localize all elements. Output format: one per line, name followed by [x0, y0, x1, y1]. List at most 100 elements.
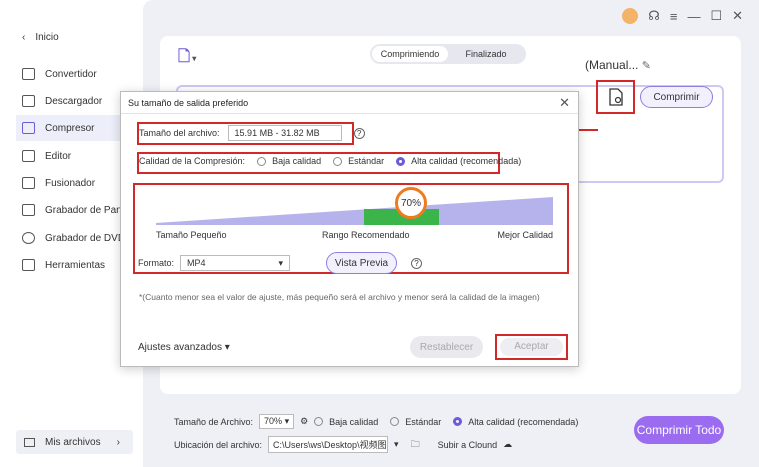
- format-label: Formato:: [138, 258, 175, 268]
- headset-icon[interactable]: ☊: [648, 8, 660, 24]
- settings-icon[interactable]: ⚙: [300, 416, 308, 427]
- chevron-down-icon: ▾: [278, 258, 284, 268]
- advanced-settings[interactable]: Ajustes avanzados ▾: [138, 342, 230, 353]
- title-bar: ☊ ≡ — ☐ ✕: [622, 0, 759, 32]
- format-value: MP4: [187, 258, 206, 268]
- radio-alta[interactable]: [453, 417, 463, 426]
- sidebar-item-label: Fusionador: [45, 177, 96, 189]
- accept-label: Aceptar: [500, 338, 563, 356]
- merge-icon: [22, 177, 35, 189]
- add-file-icon: 🗋: [178, 48, 191, 65]
- radio-alta-calidad[interactable]: [396, 156, 406, 166]
- sidebar-item-label: Grabador de Pan.: [45, 204, 125, 216]
- cloud-icon[interactable]: ☁: [503, 439, 512, 450]
- status-tabs: Comprimiendo Finalizado: [370, 44, 526, 64]
- screen-record-icon: [22, 204, 35, 216]
- slider-track: [156, 197, 553, 225]
- menu-icon[interactable]: ≡: [670, 9, 678, 24]
- avatar[interactable]: [622, 8, 639, 24]
- quality-slider[interactable]: [156, 197, 553, 225]
- note-text: *(Cuanto menor sea el valor de ajuste, m…: [139, 292, 540, 302]
- slider-label-recommended: Rango Recomendado: [322, 230, 410, 240]
- slider-value: 70%: [400, 197, 421, 209]
- file-size-select[interactable]: 70% ▾: [259, 414, 295, 429]
- edit-icon[interactable]: ✎: [642, 60, 651, 72]
- quality-option-label: Alta calidad (recomendada): [411, 156, 522, 166]
- quality-label: Estándar: [405, 416, 442, 427]
- file-size-row: Tamaño del archivo: 15.91 MB - 31.82 MB …: [139, 125, 365, 141]
- help-icon[interactable]: ?: [353, 127, 365, 139]
- maximize-icon[interactable]: ☐: [710, 8, 722, 24]
- download-icon: [22, 95, 35, 107]
- file-size-label: Tamaño de Archivo:: [174, 416, 254, 427]
- reset-button[interactable]: Restablecer: [410, 336, 483, 358]
- divider: [121, 113, 578, 114]
- minimize-icon[interactable]: —: [687, 9, 700, 24]
- file-size-row: Tamaño de Archivo: 70% ▾ ⚙ Baja calidad …: [174, 414, 578, 429]
- close-icon[interactable]: ✕: [732, 8, 743, 24]
- location-label: Ubicación del archivo:: [174, 439, 263, 450]
- folder-icon[interactable]: 🗀: [411, 437, 420, 453]
- settings-file-icon: [608, 88, 623, 106]
- close-icon[interactable]: ✕: [559, 95, 570, 111]
- radio-estandar[interactable]: [390, 417, 400, 426]
- file-name-text: (Manual...: [585, 58, 639, 72]
- radio-baja-calidad[interactable]: [257, 156, 267, 166]
- my-files-button[interactable]: Mis archivos ›: [16, 430, 133, 454]
- compress-all-button[interactable]: Comprimir Todo: [634, 416, 724, 444]
- quality-label: Calidad de la Compresión:: [139, 156, 246, 166]
- quality-row: Calidad de la Compresión: Baja calidad E…: [139, 156, 521, 166]
- sidebar-item-label: Compresor: [45, 122, 95, 134]
- tab-finalizado[interactable]: Finalizado: [448, 46, 524, 62]
- quality-option-label: Estándar: [348, 156, 385, 166]
- compress-button[interactable]: Comprimir: [640, 86, 713, 108]
- slider-label-small: Tamaño Pequeño: [156, 230, 227, 240]
- back-button[interactable]: ‹ Inicio: [22, 32, 59, 43]
- chevron-left-icon: ‹: [22, 32, 26, 43]
- preview-button[interactable]: Vista Previa: [326, 252, 398, 274]
- radio-baja[interactable]: [314, 417, 324, 426]
- format-select[interactable]: MP4 ▾: [180, 255, 291, 271]
- file-name: (Manual... ✎: [585, 58, 651, 72]
- radio-estandar[interactable]: [333, 156, 343, 166]
- output-size-dialog: Su tamaño de salida preferido ✕ Tamaño d…: [120, 91, 579, 367]
- quality-label: Baja calidad: [329, 416, 379, 427]
- my-files-label: Mis archivos: [45, 436, 101, 448]
- location-select[interactable]: C:\Users\ws\Desktop\视频图片: [268, 436, 389, 453]
- sidebar-item-label: Convertidor: [45, 68, 97, 80]
- slider-thumb[interactable]: 70%: [395, 187, 427, 219]
- quality-option-label: Baja calidad: [272, 156, 322, 166]
- chevron-down-icon: ▾: [190, 54, 197, 63]
- sidebar-item-label: Grabador de DVD: [45, 232, 126, 244]
- sidebar-item-label: Descargador: [45, 95, 103, 107]
- chevron-down-icon: ▾: [224, 342, 230, 353]
- format-row: Formato: MP4 ▾ Vista Previa ?: [138, 252, 423, 274]
- chevron-right-icon: ›: [116, 436, 120, 448]
- convert-icon: [22, 68, 35, 80]
- add-file-button[interactable]: 🗋 ▾: [178, 46, 196, 71]
- file-size-value: 70%: [264, 416, 283, 426]
- quality-label: Alta calidad (recomendada): [468, 416, 579, 427]
- chevron-down-icon[interactable]: ▾: [394, 439, 399, 450]
- compression-settings-button[interactable]: [596, 80, 635, 114]
- advanced-label: Ajustes avanzados: [138, 342, 222, 353]
- tab-comprimiendo[interactable]: Comprimiendo: [372, 46, 448, 62]
- sidebar-item-label: Editor: [45, 150, 72, 162]
- file-size-label: Tamaño del archivo:: [139, 128, 220, 138]
- location-row: Ubicación del archivo: C:\Users\ws\Deskt…: [174, 436, 512, 453]
- location-value: C:\Users\ws\Desktop\视频图片: [273, 440, 389, 450]
- dialog-title: Su tamaño de salida preferido: [128, 98, 249, 108]
- accept-button[interactable]: Aceptar: [495, 334, 568, 360]
- cloud-upload-label[interactable]: Subir a Clound: [438, 440, 498, 450]
- folder-icon: [24, 437, 35, 447]
- grid-icon: [22, 259, 35, 271]
- sidebar-item-convertidor[interactable]: Convertidor: [16, 61, 143, 87]
- help-icon[interactable]: ?: [411, 257, 423, 269]
- scissors-icon: [22, 150, 35, 162]
- compress-icon: [22, 122, 35, 134]
- back-label: Inicio: [35, 32, 59, 43]
- dvd-icon: [22, 232, 35, 244]
- file-size-field[interactable]: 15.91 MB - 31.82 MB: [227, 125, 342, 141]
- slider-label-best: Mejor Calidad: [497, 230, 553, 240]
- sidebar-item-label: Herramientas: [45, 259, 106, 271]
